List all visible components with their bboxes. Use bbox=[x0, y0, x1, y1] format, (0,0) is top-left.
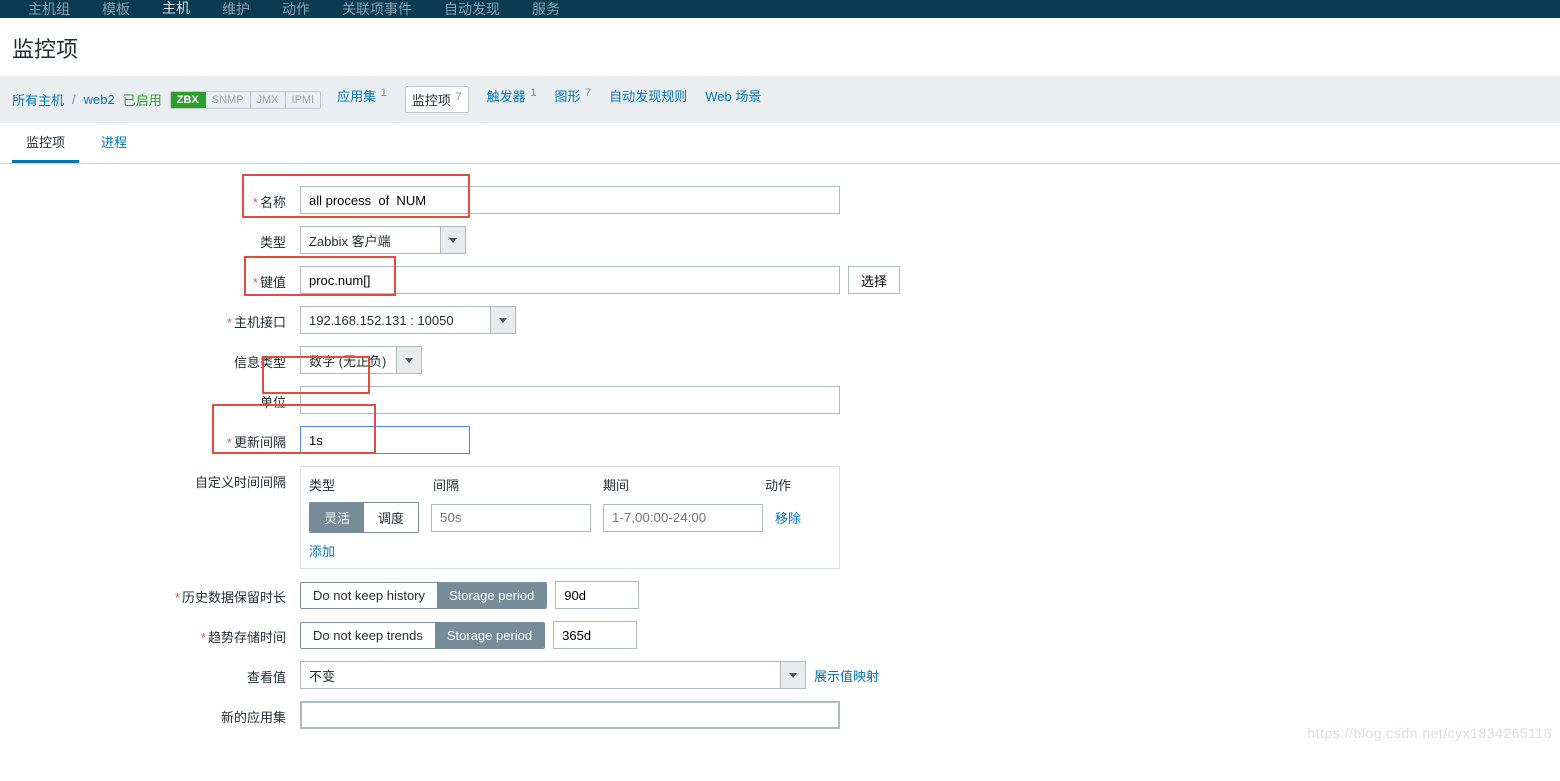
interval-remove-link[interactable]: 移除 bbox=[775, 508, 801, 527]
label-custom-interval: 自定义时间间隔 bbox=[0, 466, 300, 491]
history-off[interactable]: Do not keep history bbox=[301, 583, 437, 608]
breadcrumb-host[interactable]: web2 bbox=[84, 92, 115, 107]
trend-off[interactable]: Do not keep trends bbox=[301, 623, 435, 648]
seg-flexible[interactable]: 灵活 bbox=[310, 503, 364, 532]
showvalue-select[interactable]: 不变 bbox=[300, 661, 806, 689]
interval-input[interactable] bbox=[300, 426, 470, 454]
label-history: *历史数据保留时长 bbox=[0, 581, 300, 606]
th-period: 期间 bbox=[603, 475, 629, 494]
host-status: 已启用 bbox=[123, 90, 162, 109]
label-iface: *主机接口 bbox=[0, 306, 300, 331]
tab-process[interactable]: 进程 bbox=[87, 123, 141, 163]
sub-tabs: 监控项 进程 bbox=[0, 123, 1560, 164]
topnav-item-7[interactable]: 服务 bbox=[516, 0, 576, 22]
history-input[interactable] bbox=[555, 581, 639, 609]
breadcrumb-all-hosts[interactable]: 所有主机 bbox=[12, 90, 64, 109]
trend-on[interactable]: Storage period bbox=[435, 623, 544, 648]
history-on[interactable]: Storage period bbox=[437, 583, 546, 608]
interval-add-link[interactable]: 添加 bbox=[309, 544, 335, 559]
interval-period-input[interactable] bbox=[603, 504, 763, 532]
topnav-item-4[interactable]: 动作 bbox=[266, 0, 326, 22]
key-pick-button[interactable]: 选择 bbox=[848, 266, 900, 294]
trend-toggle[interactable]: Do not keep trends Storage period bbox=[300, 622, 545, 649]
breadcrumb-sep: / bbox=[72, 92, 76, 107]
link-discovery[interactable]: 自动发现规则 bbox=[609, 86, 687, 113]
iface-select[interactable]: 192.168.152.131 : 10050 bbox=[300, 306, 516, 334]
topnav-item-2[interactable]: 主机 bbox=[146, 0, 206, 24]
label-showvalue: 查看值 bbox=[0, 661, 300, 686]
chevron-down-icon bbox=[449, 238, 457, 243]
badge-snmp: SNMP bbox=[206, 92, 251, 108]
topnav-item-0[interactable]: 主机组 bbox=[12, 0, 86, 22]
label-type: 类型 bbox=[0, 226, 300, 251]
chevron-down-icon bbox=[789, 673, 797, 678]
topnav-item-6[interactable]: 自动发现 bbox=[428, 0, 516, 22]
link-graphs[interactable]: 图形 7 bbox=[554, 86, 591, 113]
chevron-down-icon bbox=[405, 358, 413, 363]
item-form: *名称 类型 Zabbix 客户端 *键值 选择 *主机接口 192.168.1… bbox=[0, 164, 1560, 781]
badge-jmx: JMX bbox=[251, 92, 286, 108]
name-input[interactable] bbox=[300, 186, 840, 214]
label-trend: *趋势存储时间 bbox=[0, 621, 300, 646]
label-unit: 单位 bbox=[0, 386, 300, 411]
th-type: 类型 bbox=[309, 475, 335, 494]
label-info: 信息类型 bbox=[0, 346, 300, 371]
tab-item[interactable]: 监控项 bbox=[12, 123, 79, 163]
topnav-item-1[interactable]: 模板 bbox=[86, 0, 146, 22]
th-action: 动作 bbox=[765, 475, 791, 494]
chevron-down-icon bbox=[499, 318, 507, 323]
interval-type-toggle[interactable]: 灵活 调度 bbox=[309, 502, 419, 533]
show-value-map-link[interactable]: 展示值映射 bbox=[814, 666, 879, 685]
newapp-input[interactable] bbox=[300, 701, 840, 729]
link-apps[interactable]: 应用集 1 bbox=[337, 86, 387, 113]
custom-interval-box: 类型 间隔 期间 动作 灵活 调度 移除 添加 bbox=[300, 466, 840, 569]
label-newapp: 新的应用集 bbox=[0, 701, 300, 726]
host-links: 应用集 1 监控项 7 触发器 1 图形 7 自动发现规则 Web 场景 bbox=[337, 86, 761, 113]
label-key: *键值 bbox=[0, 266, 300, 291]
type-select[interactable]: Zabbix 客户端 bbox=[300, 226, 466, 254]
label-interval: *更新间隔 bbox=[0, 426, 300, 451]
trend-input[interactable] bbox=[553, 621, 637, 649]
top-nav: 主机组 模板 主机 维护 动作 关联项事件 自动发现 服务 bbox=[0, 0, 1560, 18]
history-toggle[interactable]: Do not keep history Storage period bbox=[300, 582, 547, 609]
unit-input[interactable] bbox=[300, 386, 840, 414]
badge-ipmi: IPMI bbox=[286, 92, 321, 108]
key-input[interactable] bbox=[300, 266, 840, 294]
topnav-item-3[interactable]: 维护 bbox=[206, 0, 266, 22]
interval-value-input[interactable] bbox=[431, 504, 591, 532]
th-int: 间隔 bbox=[433, 475, 459, 494]
link-web[interactable]: Web 场景 bbox=[705, 86, 761, 113]
info-select[interactable]: 数字 (无正负) bbox=[300, 346, 422, 374]
link-triggers[interactable]: 触发器 1 bbox=[487, 86, 537, 113]
label-name: *名称 bbox=[0, 186, 300, 211]
availability-badge: ZBX SNMP JMX IPMI bbox=[170, 91, 321, 109]
host-bar: 所有主机 / web2 已启用 ZBX SNMP JMX IPMI 应用集 1 … bbox=[0, 76, 1560, 123]
topnav-item-5[interactable]: 关联项事件 bbox=[326, 0, 428, 22]
badge-zbx: ZBX bbox=[171, 92, 206, 108]
link-items[interactable]: 监控项 7 bbox=[405, 86, 469, 113]
page-title: 监控项 bbox=[0, 18, 1560, 76]
seg-scheduled[interactable]: 调度 bbox=[364, 503, 418, 532]
